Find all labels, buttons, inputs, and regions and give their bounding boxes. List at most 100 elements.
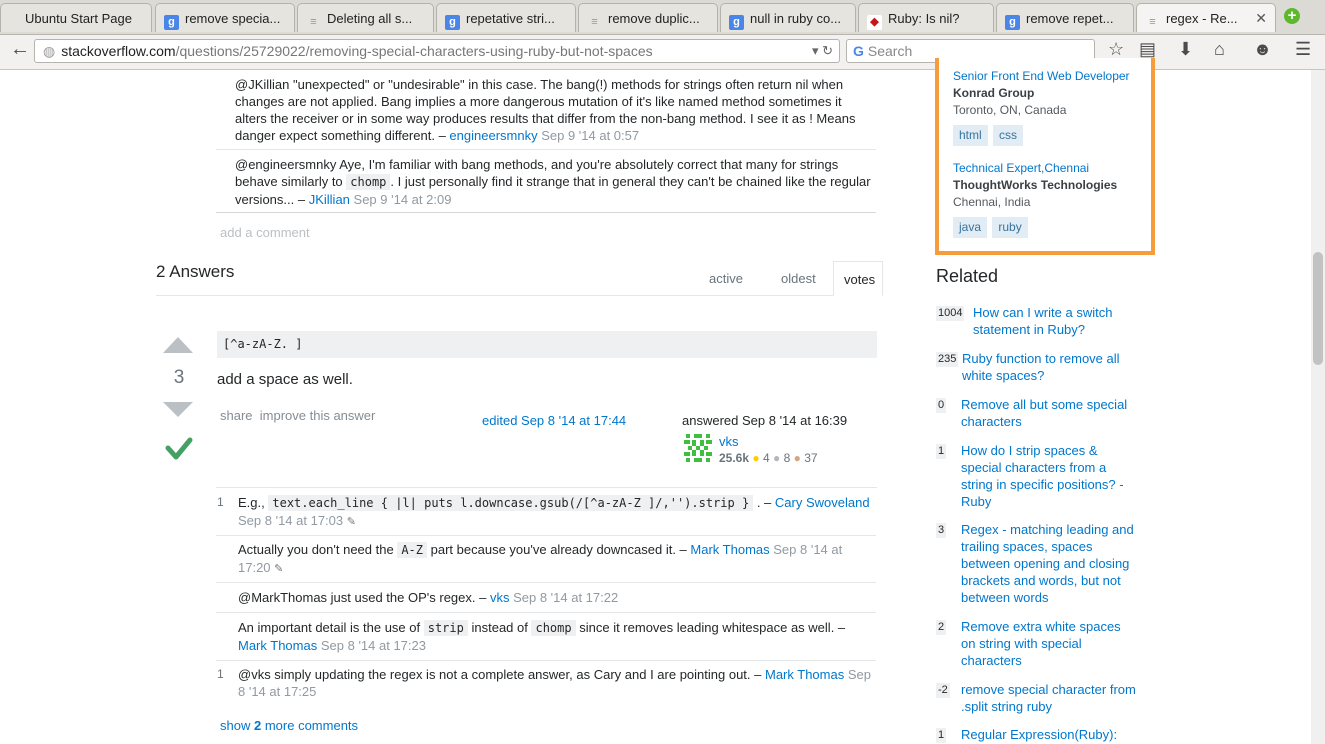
comment-score: 1 <box>217 667 224 681</box>
comment-user-link[interactable]: vks <box>490 590 510 605</box>
edited-pencil-icon: ✎ <box>274 563 284 575</box>
show-more-post: more comments <box>264 718 359 733</box>
related-score: 2 <box>936 620 947 635</box>
comment-text: An important detail is the use of <box>238 620 421 635</box>
related-score: 0 <box>936 398 947 413</box>
browser-tab[interactable]: g null in ruby co... <box>720 3 856 32</box>
edited-link[interactable]: edited Sep 8 '14 at 17:44 <box>482 413 626 428</box>
related-link[interactable]: How can I write a switch statement in Ru… <box>973 304 1136 338</box>
home-icon[interactable]: ⌂ <box>1214 39 1225 60</box>
answers-heading: 2 Answers <box>156 262 235 281</box>
user-avatar[interactable] <box>682 432 714 464</box>
new-tab-icon[interactable]: + <box>1284 8 1300 24</box>
answered-date: answered Sep 8 '14 at 16:39 <box>682 413 848 428</box>
related-link[interactable]: Regex - matching leading and trailing sp… <box>961 521 1136 606</box>
close-tab-icon[interactable]: ✕ <box>1255 10 1267 27</box>
browser-tab-active[interactable]: ≡ regex - Re... ✕ <box>1136 3 1276 32</box>
comment: An important detail is the use of strip … <box>216 619 876 661</box>
comment-user-link[interactable]: Mark Thomas <box>690 542 769 557</box>
comment-text: instead of <box>471 620 528 635</box>
browser-tab-bar: Ubuntu Start Page g remove specia... ≡ Del… <box>0 0 1325 35</box>
add-comment-link[interactable]: add a comment <box>220 225 310 240</box>
comment-text: @MarkThomas just used the OP's regex. – <box>238 590 487 605</box>
tab-oldest[interactable]: oldest <box>781 271 816 286</box>
browser-tab[interactable]: g remove specia... <box>155 3 295 32</box>
tab-label: null in ruby co... <box>750 11 842 27</box>
google-favicon-icon: g <box>445 15 460 30</box>
related-link[interactable]: Remove extra white spaces on string with… <box>961 618 1136 669</box>
comment: @MarkThomas just used the OP's regex. – … <box>216 589 876 613</box>
reading-list-icon[interactable]: ▤ <box>1139 39 1156 60</box>
menu-icon[interactable]: ☰ <box>1295 39 1311 60</box>
tag[interactable]: css <box>993 125 1024 146</box>
scrollbar-thumb[interactable] <box>1313 252 1323 365</box>
job-title-link[interactable]: Senior Front End Web Developer <box>953 68 1130 85</box>
scrollbar-track[interactable] <box>1311 70 1325 744</box>
related-link[interactable]: Regular Expression(Ruby): <box>961 726 1136 743</box>
comments-top-divider <box>216 487 877 488</box>
tag[interactable]: java <box>953 217 988 238</box>
related-link[interactable]: Ruby function to remove all white spaces… <box>962 350 1136 384</box>
silver-badge-count: 8 <box>783 451 791 465</box>
tab-votes[interactable]: votes <box>833 261 883 296</box>
reputation-score: 25.6k <box>719 451 750 465</box>
tab-label: remove duplic... <box>608 11 700 27</box>
inline-code: chomp <box>531 620 576 636</box>
comment-user-link[interactable]: engineersmnky <box>449 128 537 143</box>
improve-answer-link[interactable]: improve this answer <box>260 408 376 423</box>
comment-user-link[interactable]: JKillian <box>309 192 350 207</box>
inline-code: strip <box>423 620 468 636</box>
browser-tab[interactable]: g remove repet... <box>996 3 1134 32</box>
share-link[interactable]: share <box>220 408 253 423</box>
browser-tab[interactable]: ◆ Ruby: Is nil? <box>858 3 994 32</box>
comment: 1 @vks simply updating the regex is not … <box>216 666 876 708</box>
show-more-pre: show <box>220 718 251 733</box>
comment-text: since it removes leading whitespace as w… <box>579 620 846 635</box>
comment: Actually you don't need the A-Z part bec… <box>216 541 876 583</box>
job-listing[interactable]: Senior Front End Web Developer Konrad Gr… <box>953 68 1130 146</box>
browser-tab[interactable]: ≡ remove duplic... <box>578 3 718 32</box>
jobs-widget: Senior Front End Web Developer Konrad Gr… <box>935 58 1155 255</box>
download-icon[interactable]: ⬇ <box>1178 39 1193 60</box>
related-heading: Related <box>936 266 999 286</box>
upvote-arrow-icon[interactable] <box>163 337 194 359</box>
tab-label: regex - Re... <box>1166 11 1238 27</box>
show-more-comments-link[interactable]: show 2 more comments <box>220 718 358 733</box>
stackoverflow-favicon-icon: ≡ <box>310 16 317 28</box>
inline-code: chomp <box>346 174 391 190</box>
tag[interactable]: html <box>953 125 988 146</box>
tab-label: Deleting all s... <box>327 11 413 27</box>
job-listing[interactable]: Technical Expert,Chennai ThoughtWorks Te… <box>953 160 1117 238</box>
related-link[interactable]: How do I strip spaces & special characte… <box>961 442 1136 510</box>
browser-tab[interactable]: Ubuntu Start Page <box>0 3 152 32</box>
bookmark-star-icon[interactable]: ☆ <box>1108 39 1124 60</box>
user-name-link[interactable]: vks <box>719 434 739 449</box>
job-company: ThoughtWorks Technologies <box>953 178 1118 192</box>
edited-pencil-icon: ✎ <box>346 516 356 528</box>
inline-code: A-Z <box>397 542 428 558</box>
related-score: 1 <box>936 444 947 459</box>
browser-tab[interactable]: g repetative stri... <box>436 3 576 32</box>
tag[interactable]: ruby <box>992 217 1028 238</box>
downvote-arrow-icon[interactable] <box>163 401 194 423</box>
tab-active[interactable]: active <box>709 271 743 286</box>
chat-icon[interactable]: ☻ <box>1253 39 1272 60</box>
back-arrow-icon[interactable]: ← <box>10 38 30 61</box>
related-link[interactable]: Remove all but some special characters <box>961 396 1136 430</box>
url-bar[interactable]: ◍ stackoverflow.com/questions/25729022/re… <box>34 39 840 63</box>
comment-user-link[interactable]: Mark Thomas <box>238 638 317 653</box>
dropdown-arrow-icon[interactable]: ▾ <box>812 43 819 58</box>
gold-badge-icon: ● <box>752 451 760 465</box>
job-company: Konrad Group <box>953 86 1035 100</box>
job-title-link[interactable]: Technical Expert,Chennai <box>953 160 1117 177</box>
google-favicon-icon: g <box>729 15 744 30</box>
search-placeholder: Search <box>867 43 913 59</box>
comment-user-link[interactable]: Cary Swoveland <box>775 495 870 510</box>
comment-user-link[interactable]: Mark Thomas <box>765 667 844 682</box>
tab-label: Ubuntu Start Page <box>25 11 132 27</box>
comment-date: Sep 8 '14 at <box>773 542 843 557</box>
browser-tab[interactable]: ≡ Deleting all s... <box>297 3 434 32</box>
comment-text: E.g., <box>238 495 265 510</box>
related-link[interactable]: remove special character from .split str… <box>961 681 1136 715</box>
reload-icon[interactable]: ↻ <box>822 43 833 58</box>
